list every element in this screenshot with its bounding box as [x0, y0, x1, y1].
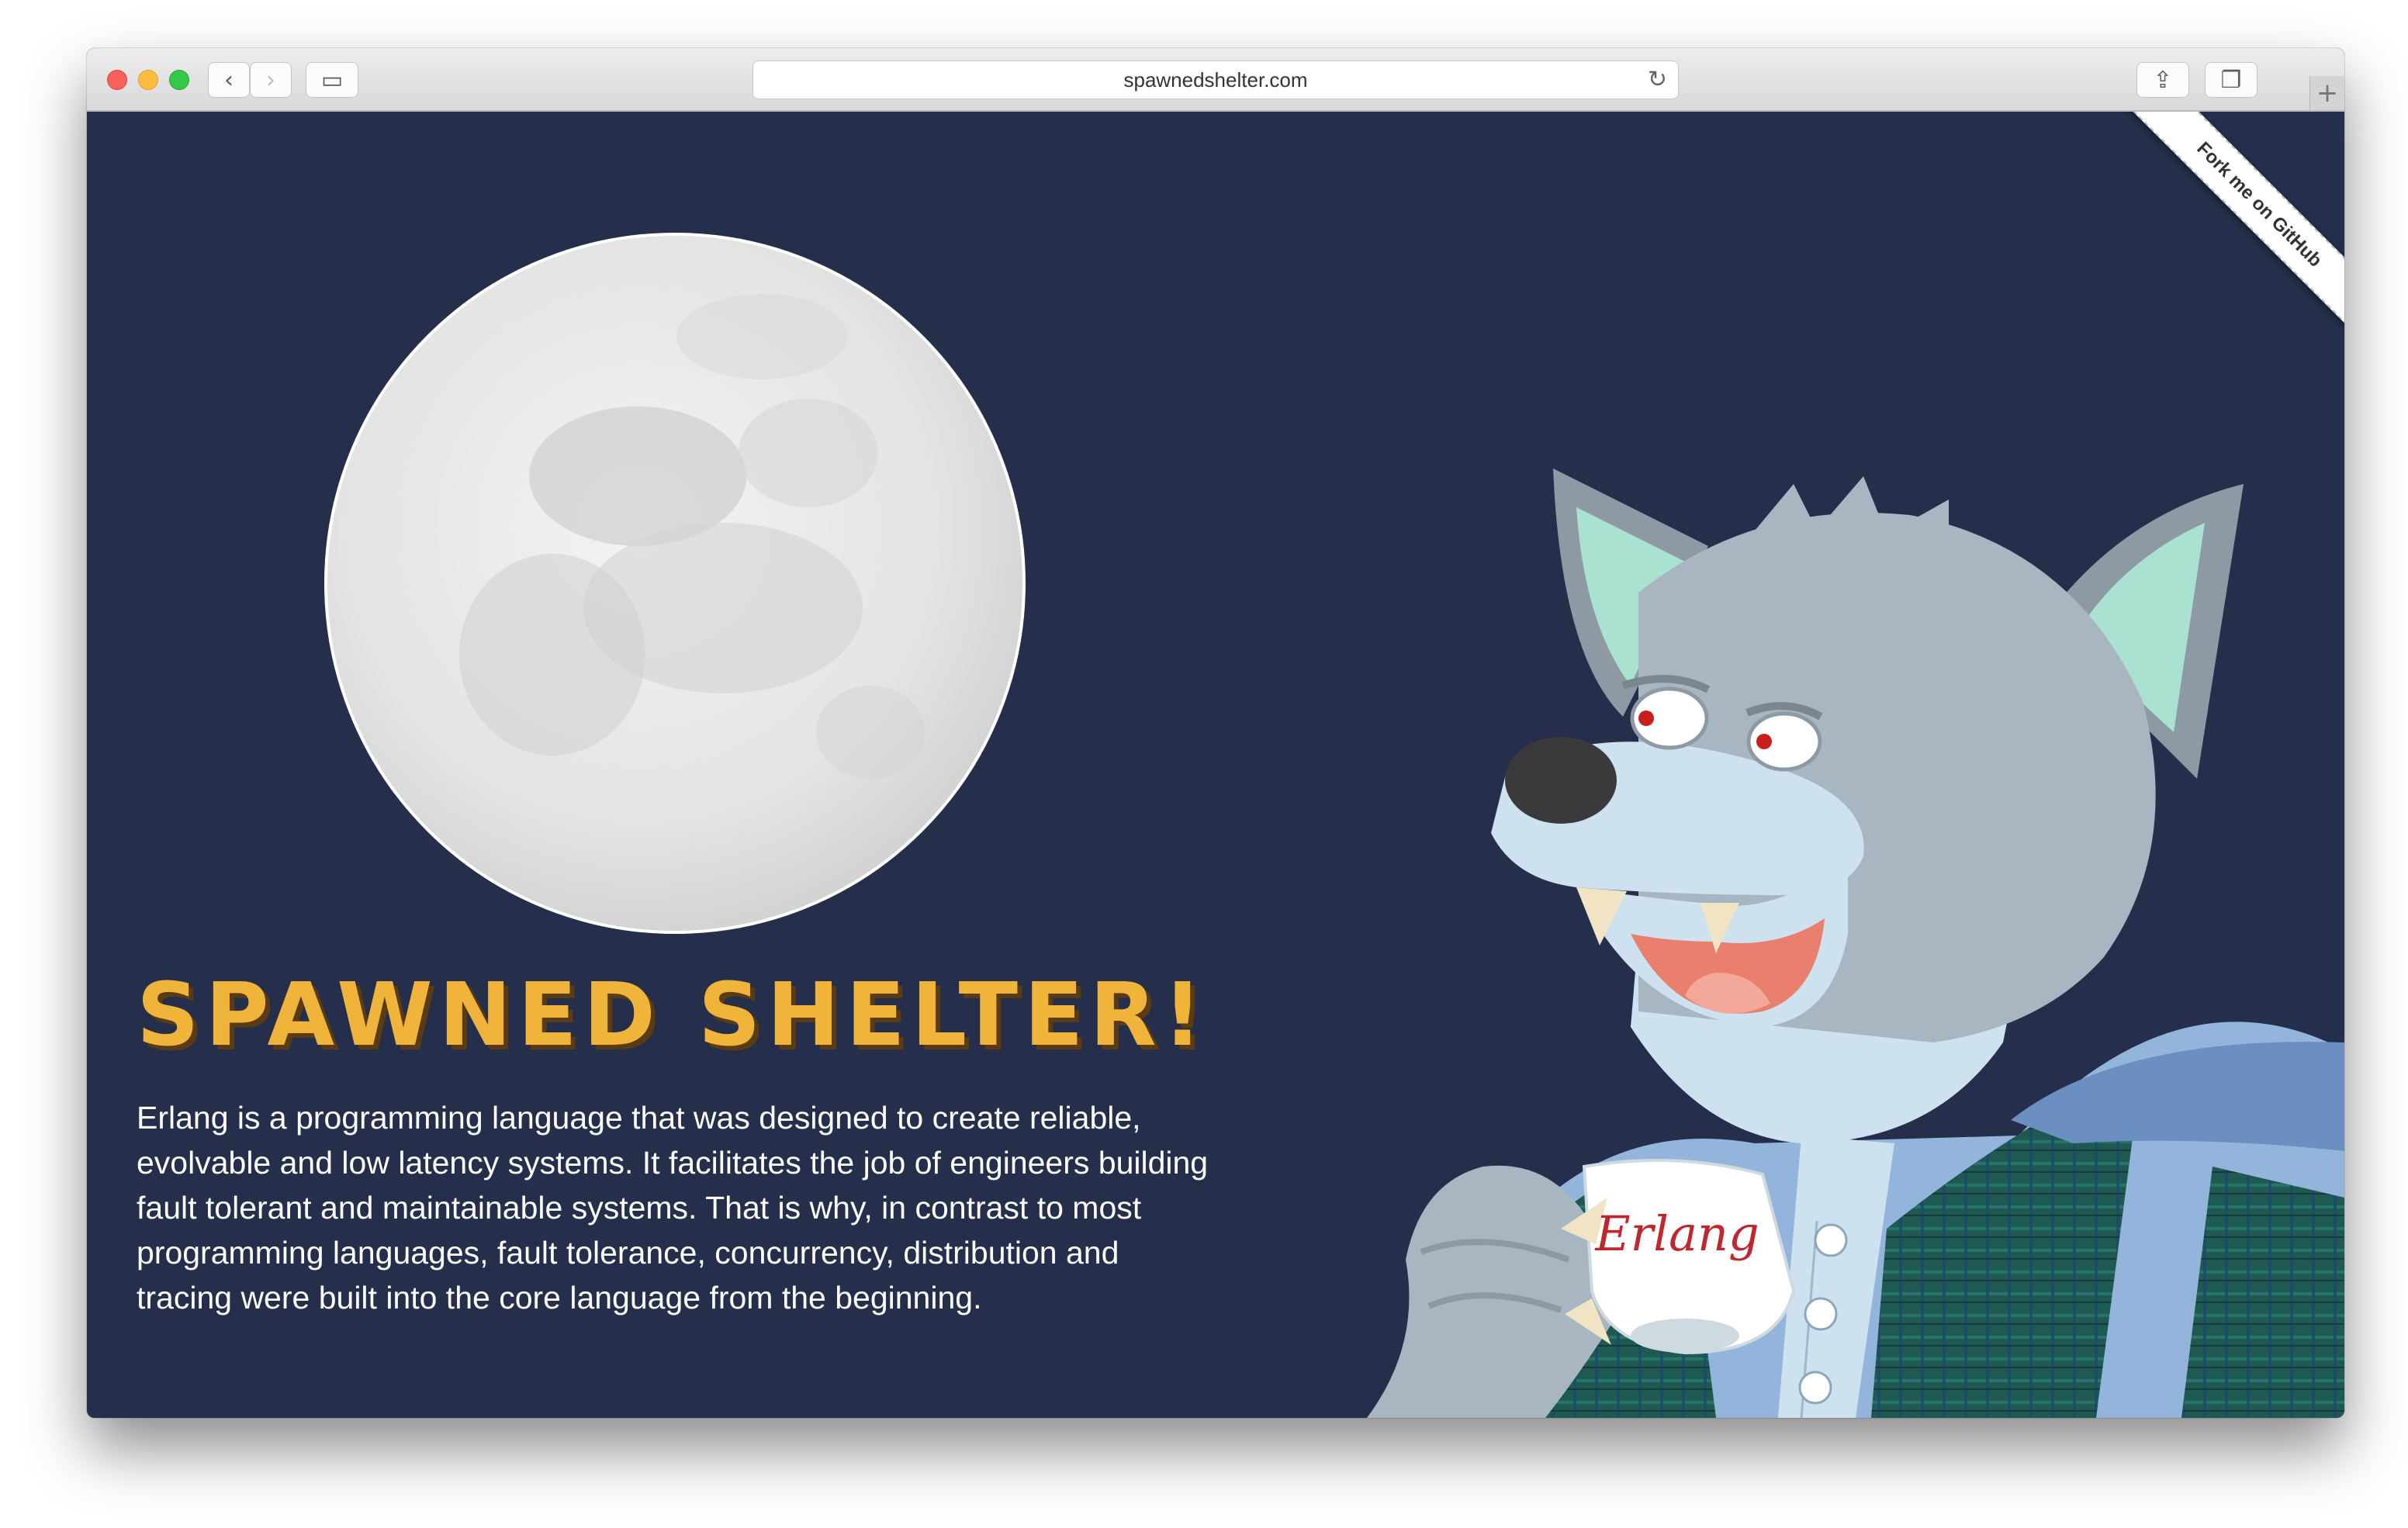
page-title: SPAWNED SHELTER!	[137, 965, 1209, 1066]
back-button[interactable]: ‹	[208, 62, 250, 98]
moon-image	[324, 233, 1026, 934]
close-window-button[interactable]	[107, 70, 127, 90]
page-content: Erlang Fork me on GitHub SPAWNED SHELTER…	[87, 112, 2344, 1418]
sidebar-button[interactable]: ▭	[306, 62, 358, 98]
browser-toolbar: ‹ › ▭ spawnedshelter.com ↻ ⇪ ❐ +	[87, 48, 2344, 112]
minimize-window-button[interactable]	[138, 70, 158, 90]
chevron-left-icon: ‹	[224, 66, 234, 94]
browser-window: ‹ › ▭ spawnedshelter.com ↻ ⇪ ❐ + Erlang …	[87, 48, 2344, 1418]
tabs-overview-button[interactable]: ❐	[2205, 62, 2258, 98]
reload-icon[interactable]: ↻	[1648, 66, 1667, 93]
zoom-window-button[interactable]	[169, 70, 189, 90]
sidebar-icon: ▭	[320, 66, 344, 94]
page-description: Erlang is a programming language that wa…	[137, 1100, 1209, 1315]
new-tab-button[interactable]: +	[2309, 76, 2344, 110]
url-text: spawnedshelter.com	[1123, 67, 1308, 92]
share-icon: ⇪	[2153, 66, 2173, 94]
cup-label: Erlang	[1594, 1205, 1759, 1262]
chevron-right-icon: ›	[266, 66, 275, 94]
share-button[interactable]: ⇪	[2136, 62, 2189, 98]
address-bar[interactable]: spawnedshelter.com ↻	[752, 60, 1679, 99]
plus-icon: +	[2316, 78, 2339, 109]
tabs-icon: ❐	[2220, 66, 2242, 94]
wolf-illustration: Erlang	[1367, 468, 2344, 1418]
forward-button[interactable]: ›	[250, 62, 292, 98]
